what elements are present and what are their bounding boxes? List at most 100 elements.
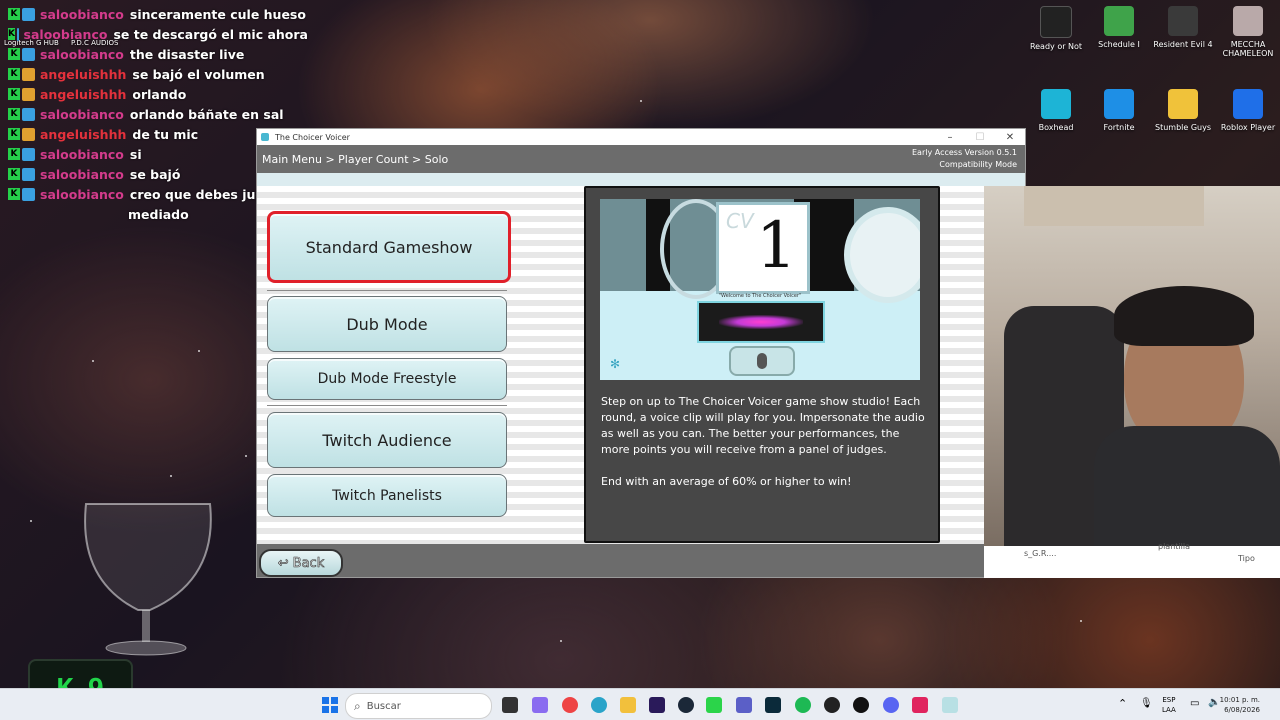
chat-text: se te descargó el mic ahora xyxy=(113,26,308,42)
mode-dub-mode-button[interactable]: Dub Mode xyxy=(267,296,507,352)
kick-badge-icon: K xyxy=(8,28,15,40)
obs-icon[interactable] xyxy=(824,697,840,713)
volume-icon[interactable]: 🔈 xyxy=(1208,697,1220,708)
premiere-icon[interactable] xyxy=(649,697,665,713)
kick-badge-icon: K xyxy=(8,148,20,160)
icon-label: MECCHA CHAMELEON xyxy=(1222,40,1274,58)
chat-username: angeluishhh xyxy=(40,86,127,102)
desktop-icon-boxhead[interactable]: Boxhead xyxy=(1024,89,1088,132)
icon-label: Roblox Player xyxy=(1220,123,1276,132)
mic-icon[interactable]: 🎙 xyxy=(1140,698,1153,709)
divider xyxy=(267,290,507,291)
language-indicator[interactable]: ESP LAA xyxy=(1162,695,1176,715)
audition-icon[interactable] xyxy=(765,697,781,713)
ready-or-not-icon xyxy=(1040,6,1072,38)
mode-label: Twitch Audience xyxy=(322,430,452,450)
kick-badge-icon: K xyxy=(8,88,20,100)
user-badge-icon xyxy=(16,27,19,41)
user-badge-icon xyxy=(22,167,35,181)
kick-badge-icon: K xyxy=(8,188,20,200)
microphone-button[interactable] xyxy=(729,346,795,376)
edge-icon[interactable] xyxy=(591,697,607,713)
user-badge-icon xyxy=(22,87,35,101)
chat-text: orlando báñate en sal xyxy=(129,106,284,122)
tray-chevron-icon[interactable]: ⌃ xyxy=(1118,697,1127,710)
teams-icon[interactable] xyxy=(736,697,752,713)
chat-message: Ksaloobianco the disaster live xyxy=(8,44,308,64)
chat-message: Ksaloobianco se te descargó el mic ahora xyxy=(8,24,308,44)
minimize-button[interactable]: – xyxy=(935,129,965,145)
icon-label: Ready or Not xyxy=(1029,42,1083,51)
lang-layout: LAA xyxy=(1162,706,1176,714)
header-strip xyxy=(257,173,1025,186)
discord-icon[interactable] xyxy=(883,697,899,713)
chat-username: angeluishhh xyxy=(40,66,127,82)
search-icon: ⌕ xyxy=(354,698,361,713)
maximize-button[interactable]: ☐ xyxy=(965,129,995,145)
chat-message: Ksaloobianco orlando báñate en sal xyxy=(8,104,308,124)
preview-logo: CV xyxy=(726,209,754,233)
chat-username: angeluishhh xyxy=(40,126,127,142)
chat-username: saloobianco xyxy=(40,46,124,62)
menu-bar: Main Menu > Player Count > Solo Early Ac… xyxy=(257,145,1025,173)
user-badge-icon xyxy=(22,47,35,61)
user-badge-icon xyxy=(22,127,35,141)
user-badge-icon xyxy=(22,107,35,121)
chat-text: de tu mic xyxy=(132,126,199,142)
icon-label: Stumble Guys xyxy=(1154,123,1211,132)
close-button[interactable]: ✕ xyxy=(995,129,1025,145)
windows-start-icon[interactable] xyxy=(322,697,338,713)
microphone-icon xyxy=(757,353,767,369)
desktop-icon-ready-or-not[interactable]: Ready or Not xyxy=(1024,6,1088,51)
chat-text: the disaster live xyxy=(129,46,245,62)
steam-icon[interactable] xyxy=(678,697,694,713)
task-view-icon[interactable] xyxy=(502,697,518,713)
kick-badge-icon: K xyxy=(8,168,20,180)
desktop-icon-resident-evil[interactable]: Resident Evil 4 xyxy=(1151,6,1215,49)
taskbar-search[interactable]: ⌕ Buscar xyxy=(345,693,492,719)
ghub-icon[interactable] xyxy=(853,697,869,713)
mode-label: Twitch Panelists xyxy=(332,487,442,504)
back-label: Back xyxy=(292,555,325,571)
back-button[interactable]: ↩ Back xyxy=(259,549,343,577)
kick-badge-icon: K xyxy=(8,68,20,80)
mode-twitch-audience-button[interactable]: Twitch Audience xyxy=(267,412,507,468)
boxhead-icon xyxy=(1041,89,1071,119)
settings-icon[interactable]: ✻ xyxy=(610,357,620,371)
divider xyxy=(267,405,507,406)
desktop-icon-fortnite[interactable]: Fortnite xyxy=(1087,89,1151,132)
app-icon xyxy=(261,133,269,141)
taskbar: ⌕ Buscar ⌃ ESP LAA 🎙 ▭ 🔈 10:01 p. m. 6/0… xyxy=(0,688,1280,720)
mode-label: Dub Mode Freestyle xyxy=(317,371,457,387)
chrome-icon[interactable] xyxy=(562,697,578,713)
chat-text: se bajó el volumen xyxy=(132,66,265,82)
mode-standard-gameshow-button[interactable]: Standard Gameshow xyxy=(267,211,511,283)
mode-info-panel: CV 1 "Welcome to The Choicer Voicer" ✻ S… xyxy=(584,186,940,543)
desktop-icon-stumble-guys[interactable]: Stumble Guys xyxy=(1151,89,1215,132)
tiktok-icon[interactable] xyxy=(912,697,928,713)
desktop-icon-meccha[interactable]: MECCHA CHAMELEON xyxy=(1216,6,1280,58)
mode-dub-mode-freestyle-button[interactable]: Dub Mode Freestyle xyxy=(267,358,507,400)
desktop-icon-schedule[interactable]: Schedule I xyxy=(1087,6,1151,49)
clock-date: 6/08/2026 xyxy=(1224,706,1260,714)
desktop-icon-roblox[interactable]: Roblox Player xyxy=(1216,89,1280,132)
network-icon[interactable]: ▭ xyxy=(1190,698,1199,709)
chat-text: mediado xyxy=(128,206,189,222)
window-title: The Choicer Voicer xyxy=(275,132,350,142)
chat-text: si xyxy=(129,146,142,162)
game-window-taskbar-icon[interactable] xyxy=(942,697,958,713)
webcam-caption-strip: s_G.R.... plantilla Tipo xyxy=(984,542,1280,578)
icon-label: Fortnite xyxy=(1103,123,1135,132)
game-window: The Choicer Voicer – ☐ ✕ Main Menu > Pla… xyxy=(256,128,1026,578)
spotify-icon[interactable] xyxy=(795,697,811,713)
audio-waveform xyxy=(697,301,825,343)
clock[interactable]: 10:01 p. m. 6/08/2026 xyxy=(1220,695,1260,715)
file-explorer-icon[interactable] xyxy=(620,697,636,713)
user-badge-icon xyxy=(22,67,35,81)
razer-icon[interactable] xyxy=(706,697,722,713)
chat-message: Kangeluishhh se bajó el volumen xyxy=(8,64,308,84)
mode-twitch-panelists-button[interactable]: Twitch Panelists xyxy=(267,474,507,517)
window-titlebar: The Choicer Voicer xyxy=(257,129,1025,145)
copilot-icon[interactable] xyxy=(532,697,548,713)
roblox-icon xyxy=(1233,89,1263,119)
